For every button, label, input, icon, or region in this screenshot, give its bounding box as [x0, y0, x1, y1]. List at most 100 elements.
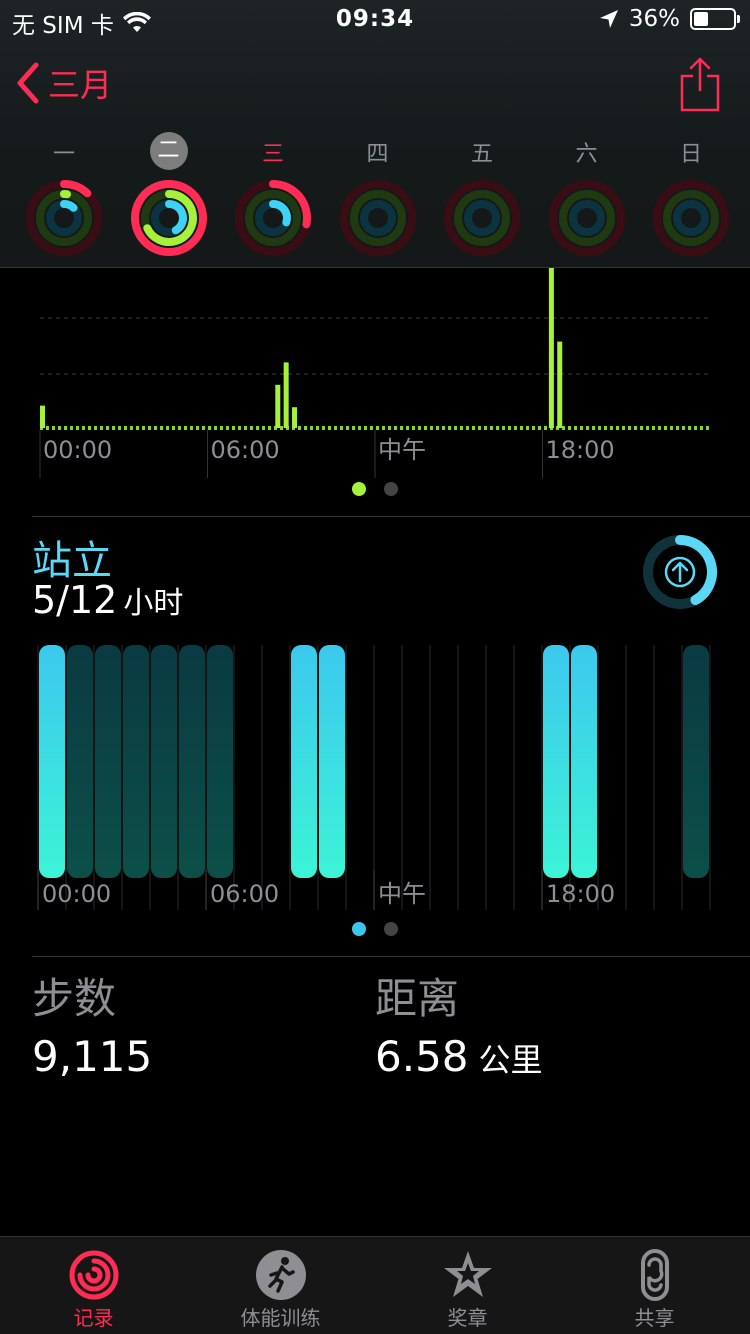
day-2[interactable]: 二	[119, 132, 219, 262]
stand-bar-stood	[319, 645, 345, 878]
page-dot	[352, 922, 366, 936]
stand-bar-inactive	[151, 645, 177, 878]
x-tick-label: 00:00	[42, 880, 111, 908]
back-label: 三月	[48, 66, 113, 104]
day-label: 四	[366, 142, 389, 167]
day-activity-rings-icon	[444, 180, 520, 256]
day-activity-rings-icon	[130, 180, 207, 256]
move-bar	[292, 407, 298, 428]
day-activity-rings-icon	[339, 180, 416, 256]
x-tick-label: 18:00	[546, 880, 615, 908]
day-label: 日	[679, 142, 702, 167]
tab-workouts[interactable]: 体能训练	[187, 1237, 374, 1334]
award-star-icon	[444, 1251, 492, 1297]
distance-stat: 距离 6.58 公里	[375, 965, 543, 1081]
move-bar	[557, 341, 563, 428]
day-label: 三	[261, 142, 284, 167]
x-tick-label: 06:00	[211, 436, 280, 464]
distance-unit: 公里	[478, 1041, 543, 1079]
stand-bar-stood	[571, 645, 597, 878]
stand-bar-stood	[543, 645, 569, 878]
x-tick-label: 00:00	[43, 436, 112, 464]
tab-sharing[interactable]: 共享	[561, 1237, 748, 1334]
stand-chart-svg: 00:00 06:00 中午 18:00	[37, 645, 711, 936]
stand-ring-progress	[60, 200, 78, 212]
section-divider	[32, 516, 750, 517]
stand-bar-inactive	[179, 645, 205, 878]
chevron-left-icon	[17, 62, 39, 104]
tab-bar: 记录 体能训练 奖章 共享	[0, 1236, 750, 1334]
day-activity-rings-icon	[235, 180, 311, 256]
stand-bar-stood	[39, 645, 65, 878]
page-dot	[384, 482, 398, 496]
location-arrow-icon	[599, 10, 618, 28]
sharing-icon	[641, 1249, 669, 1301]
status-bar: 无 SIM 卡 09:34 36%	[0, 0, 750, 40]
x-tick-label: 中午	[378, 436, 426, 464]
tab-awards[interactable]: 奖章	[374, 1237, 561, 1334]
tab-sharing-label: 共享	[634, 1306, 675, 1330]
battery-percent: 36%	[628, 6, 680, 32]
day-6[interactable]: 六	[537, 132, 637, 262]
day-3[interactable]: 三	[223, 132, 323, 262]
day-label: 一	[52, 142, 75, 167]
stand-bar-inactive	[123, 645, 149, 878]
section-divider	[32, 956, 750, 957]
day-activity-rings-icon	[653, 180, 729, 256]
distance-label: 距离	[375, 974, 460, 1023]
stand-bar-inactive	[207, 645, 233, 878]
day-5[interactable]: 五	[432, 132, 532, 262]
navigation-bar: 三月	[0, 50, 750, 120]
day-label: 五	[470, 142, 493, 167]
battery-icon	[690, 8, 740, 30]
stand-unit: 小时	[123, 586, 184, 621]
move-bar	[40, 405, 45, 428]
header: 无 SIM 卡 09:34 36% 三月 一 二 三 四 五 六 日	[0, 0, 750, 268]
stand-ring-track	[464, 200, 500, 236]
battery-level	[694, 12, 708, 26]
stand-hours: 5/12	[32, 578, 118, 622]
move-bar	[548, 268, 554, 428]
back-button[interactable]: 三月	[14, 60, 112, 106]
running-figure-icon	[256, 1250, 306, 1300]
steps-value: 9,115	[32, 1032, 153, 1081]
move-bar	[283, 362, 289, 428]
tab-activity[interactable]: 记录	[0, 1237, 187, 1334]
day-1[interactable]: 一	[14, 132, 114, 262]
move-chart-svg: 00:00 06:00 中午 18:00	[39, 268, 710, 496]
stand-ring-progress	[269, 200, 291, 227]
stand-ring-track	[673, 200, 709, 236]
stand-progress-ring	[643, 535, 717, 609]
page-dot	[384, 922, 398, 936]
steps-stat: 步数 9,115	[32, 965, 152, 1081]
move-hourly-chart: 00:00 06:00 中午 18:00	[0, 268, 750, 516]
day-activity-rings-icon	[26, 180, 102, 256]
stand-bar-inactive	[683, 645, 709, 878]
week-selector: 一二三四五六日	[0, 132, 750, 262]
tab-activity-label: 记录	[73, 1306, 114, 1330]
share-button[interactable]	[680, 56, 720, 116]
tab-awards-label: 奖章	[447, 1306, 488, 1330]
stand-value: 5/12 小时	[32, 578, 183, 622]
stand-ring-track	[568, 200, 605, 236]
x-tick-label: 18:00	[546, 436, 615, 464]
page-dot	[352, 482, 366, 496]
stand-ring-progress	[675, 535, 717, 606]
share-icon	[680, 57, 720, 112]
distance-value: 6.58	[375, 1032, 469, 1081]
day-7[interactable]: 日	[641, 132, 741, 262]
x-tick-label: 中午	[378, 880, 426, 908]
arrow-up-stroke	[671, 561, 689, 583]
stand-bar-inactive	[95, 645, 121, 878]
stand-hourly-chart: 00:00 06:00 中午 18:00	[0, 640, 750, 940]
day-label: 六	[575, 142, 598, 167]
stand-ring-progress	[164, 200, 187, 235]
steps-label: 步数	[32, 974, 117, 1023]
day-4[interactable]: 四	[328, 132, 428, 262]
stand-bar-stood	[291, 645, 317, 878]
day-label: 二	[149, 132, 188, 170]
activity-rings-icon	[69, 1250, 119, 1300]
stand-bar-inactive	[67, 645, 93, 878]
move-bar	[275, 384, 281, 428]
tab-workouts-label: 体能训练	[240, 1306, 321, 1330]
